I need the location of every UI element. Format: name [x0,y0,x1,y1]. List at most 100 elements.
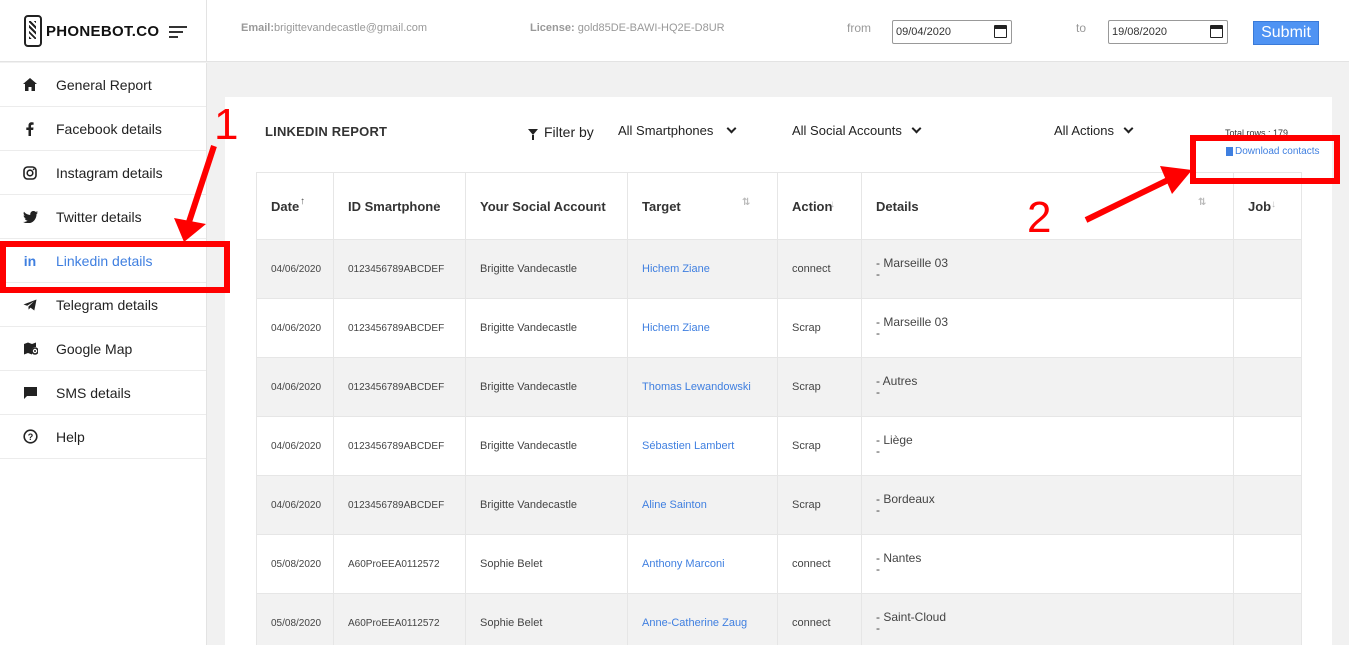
sidebar-item-label: Google Map [56,340,133,357]
cell-date: 04/06/2020 [256,416,334,476]
chevron-down-icon [1123,123,1134,134]
to-date-input[interactable]: 19/08/2020 [1108,20,1228,44]
cell-social-account: Brigitte Vandecastle [465,416,628,476]
cell-details: - Liège - [861,416,1234,476]
cell-details: - Marseille 03- [861,298,1234,358]
sort-icon[interactable]: ↓ [830,199,835,210]
email-display: Email:brigittevandecastle@gmail.com [241,22,428,34]
cell-job [1233,357,1302,417]
cell-target-link[interactable]: Sébastien Lambert [627,416,778,476]
submit-button[interactable]: Submit [1253,21,1319,45]
cell-action: connect [777,593,862,645]
sort-icon[interactable]: ↓ [1271,199,1276,210]
sort-icon[interactable]: ↓ [597,199,602,210]
sidebar-item-label: Telegram details [56,296,158,313]
sidebar-item-google-map[interactable]: Google Map [0,327,206,371]
actions-dropdown[interactable]: All Actions [1054,123,1134,138]
logo[interactable]: PHONEBOT.CO [0,0,207,62]
table-row: 04/06/2020 0123456789ABCDEF Brigitte Van… [256,475,1302,535]
table-row: 05/08/2020 A60ProEEA0112572 Sophie Belet… [256,534,1302,594]
cell-id-smartphone: 0123456789ABCDEF [333,475,466,535]
table-row: 04/06/2020 0123456789ABCDEF Brigitte Van… [256,298,1302,358]
cell-target-link[interactable]: Thomas Lewandowski [627,357,778,417]
cell-social-account: Brigitte Vandecastle [465,357,628,417]
from-label: from [847,21,871,35]
sort-icon[interactable]: ⇅ [742,197,750,208]
social-accounts-dropdown[interactable]: All Social Accounts [792,123,922,138]
cell-details: - Nantes - [861,534,1234,594]
sidebar-item-sms[interactable]: SMS details [0,371,206,415]
report-title: LINKEDIN REPORT [265,124,388,139]
cell-date: 04/06/2020 [256,475,334,535]
license-display: License: gold85DE-BAWI-HQ2E-D8UR [530,22,725,34]
table-row: 04/06/2020 0123456789ABCDEF Brigitte Van… [256,416,1302,476]
linkedin-report-table: Date ↑ ID Smartphone ↓ Your Social Account… [256,172,1302,645]
cell-id-smartphone: 0123456789ABCDEF [333,357,466,417]
annotation-arrow-2 [1084,166,1192,223]
sort-up-icon[interactable]: ↑ [300,196,305,207]
sidebar-item-label: SMS details [56,384,131,401]
cell-target-link[interactable]: Hichem Ziane [627,298,778,358]
cell-id-smartphone: A60ProEEA0112572 [333,593,466,645]
table-row: 04/06/2020 0123456789ABCDEF Brigitte Van… [256,357,1302,417]
cell-social-account: Brigitte Vandecastle [465,475,628,535]
cell-details: - Bordeaux - [861,475,1234,535]
column-header-target[interactable]: Target ⇅ [627,172,778,240]
sidebar-item-label: Instagram details [56,164,163,181]
smartphones-dropdown-value: All Smartphones [618,123,714,138]
cell-job [1233,593,1302,645]
cell-target-link[interactable]: Hichem Ziane [627,239,778,299]
sidebar-item-label: Facebook details [56,120,162,137]
cell-target-link[interactable]: Anthony Marconi [627,534,778,594]
cell-action: Scrap [777,416,862,476]
column-header-id-smartphone[interactable]: ID Smartphone ↓ [333,172,466,240]
instagram-icon [22,165,38,181]
telegram-icon [22,297,38,313]
cell-target-link[interactable]: Anne-Catherine Zaug [627,593,778,645]
home-icon [22,77,38,93]
social-accounts-dropdown-value: All Social Accounts [792,123,902,138]
cell-date: 05/08/2020 [256,593,334,645]
column-header-action[interactable]: Action ↓ [777,172,862,240]
facebook-icon [22,121,38,137]
sort-icon[interactable]: ↓ [434,199,439,210]
calendar-icon[interactable] [994,25,1007,38]
to-label: to [1076,21,1087,35]
cell-action: connect [777,534,862,594]
sidebar-item-general-report[interactable]: General Report [0,63,206,107]
cell-action: Scrap [777,357,862,417]
sidebar-item-label: Help [56,428,85,445]
cell-id-smartphone: 0123456789ABCDEF [333,298,466,358]
sidebar-item-label: General Report [56,76,152,93]
from-date-input[interactable]: 09/04/2020 [892,20,1012,44]
cell-job [1233,475,1302,535]
cell-date: 05/08/2020 [256,534,334,594]
cell-id-smartphone: A60ProEEA0112572 [333,534,466,594]
svg-text:?: ? [27,432,33,442]
column-header-social-account[interactable]: Your Social Account ↓ [465,172,628,240]
cell-target-link[interactable]: Aline Sainton [627,475,778,535]
table-row: 05/08/2020 A60ProEEA0112572 Sophie Belet… [256,593,1302,645]
filter-icon [528,129,538,140]
cell-job [1233,534,1302,594]
sms-icon [22,385,38,401]
help-icon: ? [22,429,38,445]
cell-job [1233,298,1302,358]
cell-id-smartphone: 0123456789ABCDEF [333,239,466,299]
calendar-icon[interactable] [1210,25,1223,38]
cell-date: 04/06/2020 [256,298,334,358]
annotation-box-download [1190,135,1340,184]
cell-date: 04/06/2020 [256,239,334,299]
cell-job [1233,416,1302,476]
sidebar-item-help[interactable]: ? Help [0,415,206,459]
filter-by: Filter by [528,124,594,140]
table-row: 04/06/2020 0123456789ABCDEF Brigitte Van… [256,239,1302,299]
cell-id-smartphone: 0123456789ABCDEF [333,416,466,476]
chevron-down-icon [911,123,922,134]
cell-date: 04/06/2020 [256,357,334,417]
from-date-value: 09/04/2020 [896,26,952,38]
to-date-value: 19/08/2020 [1112,26,1168,38]
smartphones-dropdown[interactable]: All Smartphones [618,123,737,138]
menu-toggle-icon[interactable] [169,24,188,38]
column-header-date[interactable]: Date ↑ [256,172,334,240]
